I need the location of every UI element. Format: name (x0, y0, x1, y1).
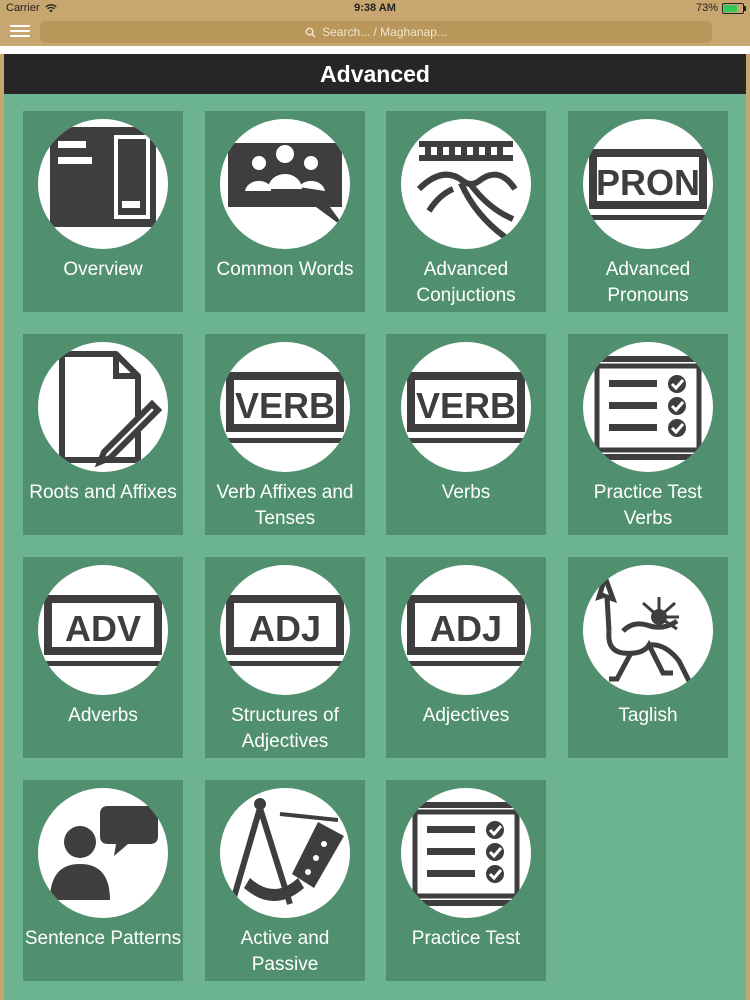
sign-text: ADV (65, 608, 141, 649)
tile-practice-test-verbs[interactable]: Practice Test Verbs (568, 334, 728, 535)
tile-label: Structures of Adjectives (231, 705, 339, 752)
sign-text: ADJ (249, 608, 321, 649)
sign-text: PRON (596, 162, 700, 203)
tile-structures-of-adjectives[interactable]: ADJ Structures of Adjectives (205, 557, 365, 758)
search-icon (305, 27, 316, 38)
battery-percent: 73% (695, 2, 718, 14)
tile-sentence-patterns[interactable]: Sentence Patterns (23, 780, 183, 981)
tile-label: Active and Passive (240, 928, 330, 975)
compass-icon (220, 788, 350, 918)
status-time: 9:38 AM (354, 2, 396, 14)
tile-roots-and-affixes[interactable]: Roots and Affixes (23, 334, 183, 535)
tile-label: Advanced Pronouns (605, 259, 691, 306)
tile-label: Taglish (618, 705, 678, 726)
tile-label: Overview (63, 259, 143, 280)
person-speech-icon (38, 788, 168, 918)
status-right: 73% (695, 2, 746, 14)
verb-sign-icon: VERB (401, 342, 531, 472)
status-bar: Carrier 9:38 AM 73% (0, 0, 750, 16)
checklist-icon (583, 342, 713, 472)
tile-label: Advanced Conjuctions (416, 259, 516, 306)
search-placeholder: Search... / Maghanap... (322, 25, 447, 39)
menu-button[interactable] (10, 22, 30, 38)
adj-sign-icon: ADJ (220, 565, 350, 695)
sign-text: ADJ (430, 608, 502, 649)
adj-sign-icon: ADJ (401, 565, 531, 695)
tile-label: Roots and Affixes (29, 482, 177, 503)
battery-level (724, 4, 738, 12)
document-icon (38, 119, 168, 249)
page-pencil-icon (38, 342, 168, 472)
tile-label: Verb Affixes and Tenses (216, 482, 354, 529)
tile-verbs[interactable]: VERB Verbs (386, 334, 546, 535)
tile-verb-affixes-and-tenses[interactable]: VERB Verb Affixes and Tenses (205, 334, 365, 535)
tile-practice-test[interactable]: Practice Test (386, 780, 546, 981)
tile-adverbs[interactable]: ADV Adverbs (23, 557, 183, 758)
tile-label: Sentence Patterns (24, 928, 182, 949)
nav-separator (0, 46, 750, 54)
nav-bar: Search... / Maghanap... (0, 16, 750, 46)
lesson-grid: Overview Common Words Advanced Conjuctio… (4, 94, 746, 1000)
tile-label: Practice Test (411, 928, 521, 949)
creature-icon (583, 565, 713, 695)
tile-label: Verbs (441, 482, 491, 503)
tile-common-words[interactable]: Common Words (205, 111, 365, 312)
bridge-icon (401, 119, 531, 249)
checklist-icon (401, 788, 531, 918)
page-title: Advanced (4, 54, 746, 94)
tile-active-and-passive[interactable]: Active and Passive (205, 780, 365, 981)
hamburger-icon (10, 25, 30, 27)
search-bar[interactable]: Search... / Maghanap... (40, 21, 712, 43)
tile-label: Practice Test Verbs (593, 482, 703, 529)
battery-icon (722, 2, 746, 14)
pron-sign-icon: PRON (583, 119, 713, 249)
sign-text: VERB (235, 385, 335, 426)
tile-adjectives[interactable]: ADJ Adjectives (386, 557, 546, 758)
group-chat-icon (220, 119, 350, 249)
tile-overview[interactable]: Overview (23, 111, 183, 312)
tile-advanced-conjuctions[interactable]: Advanced Conjuctions (386, 111, 546, 312)
verb-sign-icon: VERB (220, 342, 350, 472)
tile-label: Adjectives (422, 705, 510, 726)
adv-sign-icon: ADV (38, 565, 168, 695)
tile-label: Common Words (216, 259, 354, 280)
tile-taglish[interactable]: Taglish (568, 557, 728, 758)
tile-label: Adverbs (68, 705, 138, 726)
sign-text: VERB (416, 385, 516, 426)
tile-advanced-pronouns[interactable]: PRON Advanced Pronouns (568, 111, 728, 312)
